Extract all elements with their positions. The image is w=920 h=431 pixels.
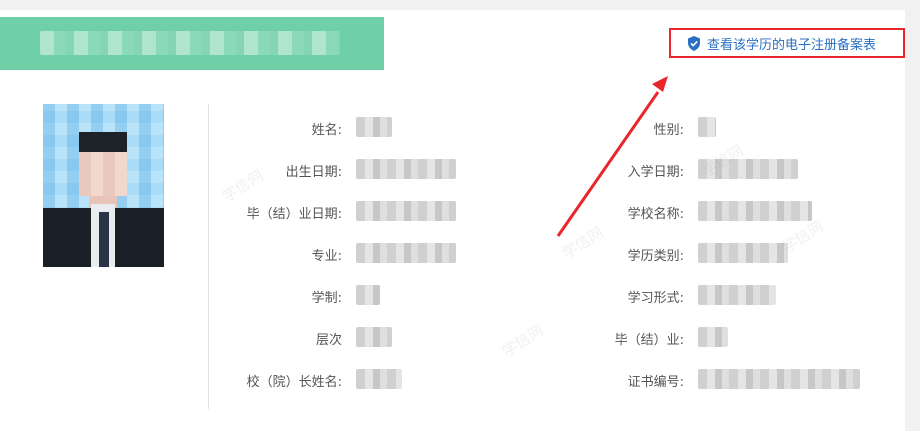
student-photo [43, 104, 164, 267]
field-label-graduation-date: 毕（结）业日期: [246, 207, 342, 222]
redacted-value-principal [356, 369, 402, 389]
redacted-value-enrollment-date [698, 159, 798, 179]
redacted-value-duration [356, 285, 380, 305]
redacted-value-study-mode [698, 285, 776, 305]
redacted-value-level [356, 327, 392, 347]
redacted-institution-name [40, 31, 340, 55]
field-label-graduation-status: 毕（结）业: [614, 333, 684, 348]
field-label-birth-date: 出生日期: [285, 165, 342, 180]
redacted-value-name [356, 117, 392, 137]
field-label-school-name: 学校名称: [627, 207, 684, 222]
field-label-education-type: 学历类别: [627, 249, 684, 264]
field-label-certificate-number: 证书编号: [627, 375, 684, 390]
photo-divider [208, 104, 209, 409]
redacted-value-graduation-date [356, 201, 456, 221]
redacted-value-education-type [698, 243, 788, 263]
view-registration-record-link[interactable]: 查看该学历的电子注册备案表 [669, 28, 905, 58]
field-label-study-mode: 学习形式: [627, 291, 684, 306]
redacted-value-gender [698, 117, 716, 137]
field-label-level: 层次 [315, 333, 342, 348]
redacted-value-major [356, 243, 456, 263]
redacted-value-school-name [698, 201, 812, 221]
field-label-duration: 学制: [311, 291, 342, 306]
institution-banner [0, 17, 384, 70]
field-label-principal: 校（院）长姓名: [246, 375, 342, 390]
field-label-major: 专业: [311, 249, 342, 264]
shield-check-icon [688, 35, 700, 51]
view-registration-record-label: 查看该学历的电子注册备案表 [707, 37, 877, 53]
redacted-value-graduation-status [698, 327, 728, 347]
field-label-gender: 性别: [653, 123, 684, 138]
redacted-value-certificate-number [698, 369, 860, 389]
field-label-name: 姓名: [311, 123, 342, 138]
field-label-enrollment-date: 入学日期: [627, 165, 684, 180]
redacted-value-birth-date [356, 159, 456, 179]
